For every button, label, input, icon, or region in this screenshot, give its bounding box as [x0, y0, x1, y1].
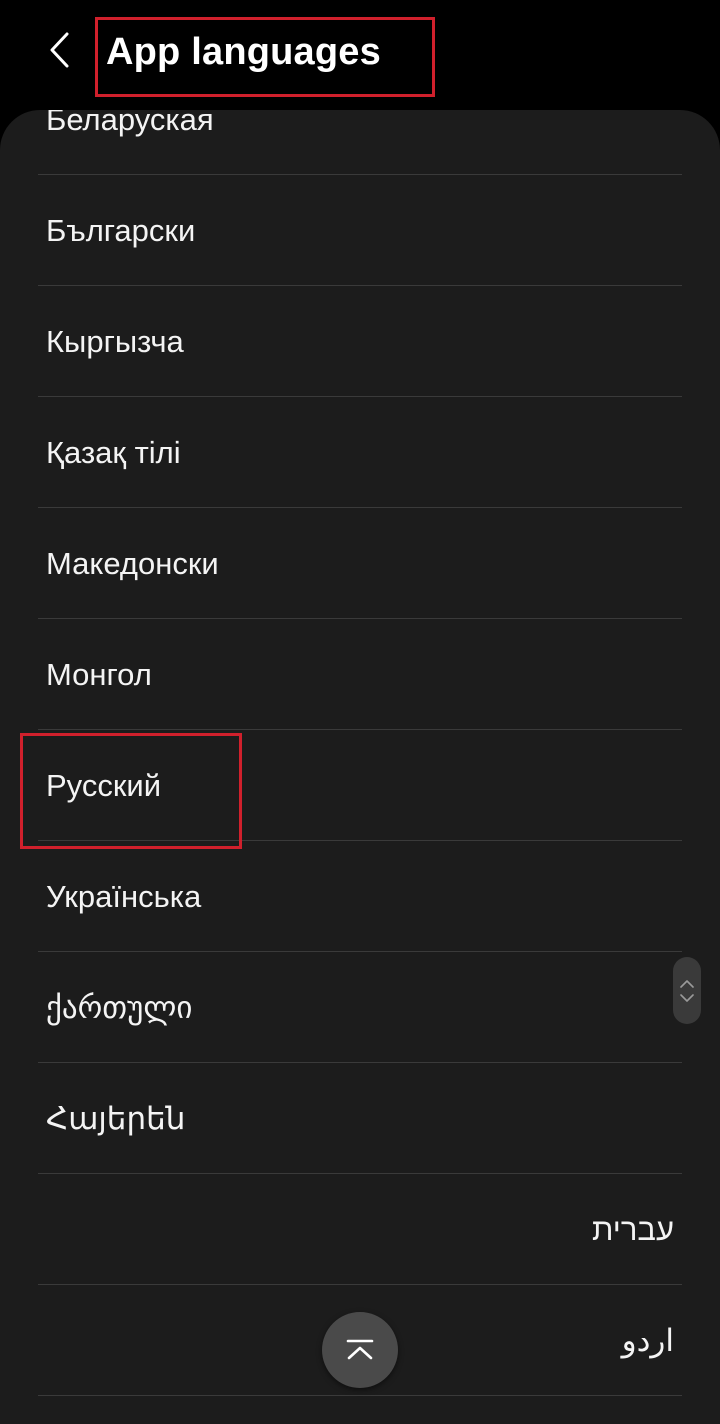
language-list-card: Беларуская Български Кыргызча Қазақ тілі Мак…: [0, 110, 720, 1424]
fast-scroll-thumb[interactable]: [673, 957, 701, 1024]
language-label: Кыргызча: [46, 323, 184, 359]
language-label: Беларуская: [46, 110, 214, 137]
language-item[interactable]: Български: [0, 175, 720, 286]
language-list: Беларуская Български Кыргызча Қазақ тілі Мак…: [0, 110, 720, 1396]
language-label: Русский: [46, 767, 162, 803]
chevron-down-icon: [680, 993, 694, 1002]
scroll-to-top-button[interactable]: [322, 1312, 398, 1388]
language-label: Қазақ тілі: [46, 434, 181, 470]
list-divider: [38, 1395, 682, 1396]
language-item[interactable]: ქართული: [0, 952, 720, 1063]
language-label: Հայերեն: [46, 1100, 186, 1136]
app-languages-screen: App languages Беларуская Български Кыргызч…: [0, 0, 720, 1424]
language-label: Български: [46, 212, 196, 248]
language-label: ქართული: [46, 989, 193, 1025]
chevron-up-icon: [680, 979, 694, 988]
chevron-left-icon: [50, 32, 69, 68]
language-item[interactable]: Русский: [0, 730, 720, 841]
language-item[interactable]: Հայերեն: [0, 1063, 720, 1174]
language-item[interactable]: Кыргызча: [0, 286, 720, 397]
language-label: اردو: [621, 1322, 674, 1358]
language-item[interactable]: Українська: [0, 841, 720, 952]
language-label: Українська: [46, 878, 202, 914]
language-label: עברית: [592, 1211, 674, 1247]
chevron-up-bar-icon: [346, 1339, 374, 1360]
header: App languages: [0, 0, 720, 108]
language-item[interactable]: עברית: [0, 1174, 720, 1285]
language-item[interactable]: Қазақ тілі: [0, 397, 720, 508]
page-title: App languages: [106, 31, 381, 73]
language-item[interactable]: Македонски: [0, 508, 720, 619]
language-label: Македонски: [46, 545, 219, 581]
language-item[interactable]: Беларуская: [0, 110, 720, 175]
back-button[interactable]: [32, 22, 88, 78]
language-label: Монгол: [46, 656, 152, 692]
language-item[interactable]: Монгол: [0, 619, 720, 730]
